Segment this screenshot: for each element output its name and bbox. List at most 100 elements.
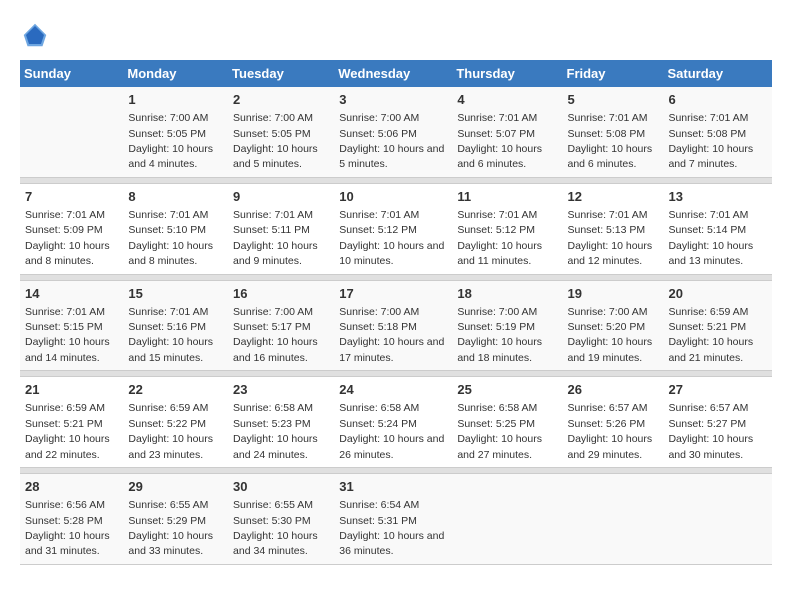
calendar-cell: 13 Sunrise: 7:01 AMSunset: 5:14 PMDayligh… (663, 183, 772, 274)
calendar-cell: 23 Sunrise: 6:58 AMSunset: 5:23 PMDayligh… (228, 377, 334, 468)
cell-sun-info: Sunrise: 7:01 AMSunset: 5:12 PMDaylight:… (339, 209, 444, 267)
cell-sun-info: Sunrise: 6:57 AMSunset: 5:27 PMDaylight:… (668, 402, 753, 460)
cell-date: 29 (128, 478, 223, 496)
day-header-thursday: Thursday (452, 60, 562, 87)
cell-sun-info: Sunrise: 7:01 AMSunset: 5:12 PMDaylight:… (457, 209, 542, 267)
cell-sun-info: Sunrise: 6:57 AMSunset: 5:26 PMDaylight:… (568, 402, 653, 460)
cell-date: 13 (668, 188, 767, 206)
cell-date: 28 (25, 478, 118, 496)
cell-sun-info: Sunrise: 7:01 AMSunset: 5:08 PMDaylight:… (668, 112, 753, 170)
day-header-monday: Monday (123, 60, 228, 87)
cell-date: 27 (668, 381, 767, 399)
day-header-sunday: Sunday (20, 60, 123, 87)
cell-sun-info: Sunrise: 7:01 AMSunset: 5:13 PMDaylight:… (568, 209, 653, 267)
cell-sun-info: Sunrise: 6:55 AMSunset: 5:30 PMDaylight:… (233, 499, 318, 557)
calendar-cell: 31Sunrise: 6:54 AMSunset: 5:31 PMDayligh… (334, 474, 452, 565)
calendar-week-row: 14Sunrise: 7:01 AMSunset: 5:15 PMDayligh… (20, 280, 772, 371)
cell-sun-info: Sunrise: 7:01 AMSunset: 5:16 PMDaylight:… (128, 306, 213, 364)
calendar-cell: 27 Sunrise: 6:57 AMSunset: 5:27 PMDayligh… (663, 377, 772, 468)
cell-sun-info: Sunrise: 7:01 AMSunset: 5:14 PMDaylight:… (668, 209, 753, 267)
cell-sun-info: Sunrise: 7:01 AMSunset: 5:10 PMDaylight:… (128, 209, 213, 267)
calendar-cell: 4 Sunrise: 7:01 AMSunset: 5:07 PMDaylight… (452, 87, 562, 177)
cell-date: 19 (568, 285, 659, 303)
day-header-wednesday: Wednesday (334, 60, 452, 87)
calendar-cell (563, 474, 664, 565)
calendar-cell: 16Sunrise: 7:00 AMSunset: 5:17 PMDayligh… (228, 280, 334, 371)
calendar-cell: 20Sunrise: 6:59 AMSunset: 5:21 PMDayligh… (663, 280, 772, 371)
logo (20, 20, 52, 50)
cell-date: 24 (339, 381, 447, 399)
day-header-saturday: Saturday (663, 60, 772, 87)
cell-date: 16 (233, 285, 329, 303)
cell-date: 11 (457, 188, 557, 206)
calendar-cell: 17 Sunrise: 7:00 AMSunset: 5:18 PMDayligh… (334, 280, 452, 371)
cell-date: 26 (568, 381, 659, 399)
cell-sun-info: Sunrise: 7:01 AMSunset: 5:08 PMDaylight:… (568, 112, 653, 170)
calendar-cell: 9 Sunrise: 7:01 AMSunset: 5:11 PMDaylight… (228, 183, 334, 274)
cell-sun-info: Sunrise: 7:00 AMSunset: 5:19 PMDaylight:… (457, 306, 542, 364)
cell-date: 10 (339, 188, 447, 206)
cell-date: 23 (233, 381, 329, 399)
calendar-cell: 8 Sunrise: 7:01 AMSunset: 5:10 PMDaylight… (123, 183, 228, 274)
cell-sun-info: Sunrise: 7:00 AMSunset: 5:18 PMDaylight:… (339, 306, 444, 364)
page-header (20, 20, 772, 50)
calendar-cell: 25 Sunrise: 6:58 AMSunset: 5:25 PMDayligh… (452, 377, 562, 468)
calendar-cell: 28 Sunrise: 6:56 AMSunset: 5:28 PMDayligh… (20, 474, 123, 565)
cell-date: 7 (25, 188, 118, 206)
calendar-cell: 1 Sunrise: 7:00 AMSunset: 5:05 PMDaylight… (123, 87, 228, 177)
calendar-cell: 21Sunrise: 6:59 AMSunset: 5:21 PMDayligh… (20, 377, 123, 468)
cell-sun-info: Sunrise: 7:00 AMSunset: 5:05 PMDaylight:… (128, 112, 213, 170)
cell-sun-info: Sunrise: 6:55 AMSunset: 5:29 PMDaylight:… (128, 499, 213, 557)
cell-sun-info: Sunrise: 6:56 AMSunset: 5:28 PMDaylight:… (25, 499, 110, 557)
calendar-week-row: 1 Sunrise: 7:00 AMSunset: 5:05 PMDaylight… (20, 87, 772, 177)
calendar-cell: 29 Sunrise: 6:55 AMSunset: 5:29 PMDayligh… (123, 474, 228, 565)
day-header-tuesday: Tuesday (228, 60, 334, 87)
calendar-cell: 6 Sunrise: 7:01 AMSunset: 5:08 PMDaylight… (663, 87, 772, 177)
calendar-cell: 3Sunrise: 7:00 AMSunset: 5:06 PMDaylight… (334, 87, 452, 177)
cell-date: 12 (568, 188, 659, 206)
calendar-cell: 14Sunrise: 7:01 AMSunset: 5:15 PMDayligh… (20, 280, 123, 371)
calendar-cell: 19 Sunrise: 7:00 AMSunset: 5:20 PMDayligh… (563, 280, 664, 371)
calendar-table: SundayMondayTuesdayWednesdayThursdayFrid… (20, 60, 772, 565)
calendar-cell: 7 Sunrise: 7:01 AMSunset: 5:09 PMDaylight… (20, 183, 123, 274)
calendar-cell: 5 Sunrise: 7:01 AMSunset: 5:08 PMDaylight… (563, 87, 664, 177)
calendar-cell: 26 Sunrise: 6:57 AMSunset: 5:26 PMDayligh… (563, 377, 664, 468)
cell-date: 20 (668, 285, 767, 303)
cell-sun-info: Sunrise: 6:58 AMSunset: 5:24 PMDaylight:… (339, 402, 444, 460)
day-header-friday: Friday (563, 60, 664, 87)
calendar-cell: 11 Sunrise: 7:01 AMSunset: 5:12 PMDayligh… (452, 183, 562, 274)
calendar-cell: 22Sunrise: 6:59 AMSunset: 5:22 PMDayligh… (123, 377, 228, 468)
calendar-cell (20, 87, 123, 177)
cell-date: 2 (233, 91, 329, 109)
cell-date: 30 (233, 478, 329, 496)
calendar-cell (663, 474, 772, 565)
cell-date: 18 (457, 285, 557, 303)
calendar-cell: 30 Sunrise: 6:55 AMSunset: 5:30 PMDayligh… (228, 474, 334, 565)
cell-date: 15 (128, 285, 223, 303)
calendar-cell: 24 Sunrise: 6:58 AMSunset: 5:24 PMDayligh… (334, 377, 452, 468)
calendar-cell: 12 Sunrise: 7:01 AMSunset: 5:13 PMDayligh… (563, 183, 664, 274)
cell-date: 1 (128, 91, 223, 109)
cell-date: 14 (25, 285, 118, 303)
cell-date: 21 (25, 381, 118, 399)
cell-sun-info: Sunrise: 6:59 AMSunset: 5:22 PMDaylight:… (128, 402, 213, 460)
cell-date: 6 (668, 91, 767, 109)
cell-sun-info: Sunrise: 6:58 AMSunset: 5:23 PMDaylight:… (233, 402, 318, 460)
cell-sun-info: Sunrise: 7:00 AMSunset: 5:06 PMDaylight:… (339, 112, 444, 170)
calendar-cell: 15 Sunrise: 7:01 AMSunset: 5:16 PMDayligh… (123, 280, 228, 371)
calendar-cell: 2 Sunrise: 7:00 AMSunset: 5:05 PMDaylight… (228, 87, 334, 177)
cell-sun-info: Sunrise: 7:01 AMSunset: 5:07 PMDaylight:… (457, 112, 542, 170)
cell-date: 4 (457, 91, 557, 109)
cell-date: 17 (339, 285, 447, 303)
logo-icon (20, 20, 50, 50)
cell-sun-info: Sunrise: 7:01 AMSunset: 5:11 PMDaylight:… (233, 209, 318, 267)
cell-date: 25 (457, 381, 557, 399)
cell-sun-info: Sunrise: 7:00 AMSunset: 5:05 PMDaylight:… (233, 112, 318, 170)
cell-date: 5 (568, 91, 659, 109)
cell-sun-info: Sunrise: 7:01 AMSunset: 5:09 PMDaylight:… (25, 209, 110, 267)
cell-sun-info: Sunrise: 7:00 AMSunset: 5:20 PMDaylight:… (568, 306, 653, 364)
cell-sun-info: Sunrise: 6:58 AMSunset: 5:25 PMDaylight:… (457, 402, 542, 460)
calendar-week-row: 7 Sunrise: 7:01 AMSunset: 5:09 PMDaylight… (20, 183, 772, 274)
cell-date: 8 (128, 188, 223, 206)
cell-date: 9 (233, 188, 329, 206)
